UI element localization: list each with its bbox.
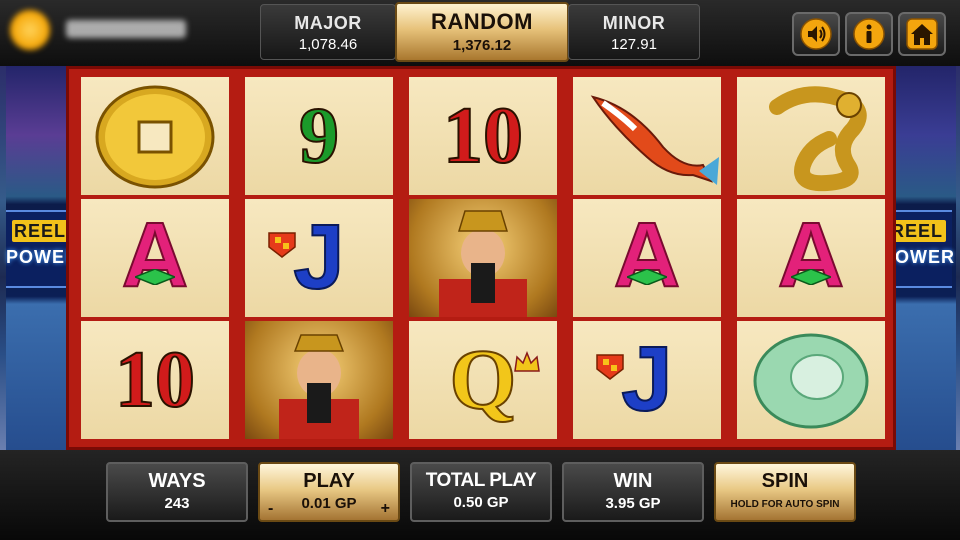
reel-5-row-2: A	[737, 199, 885, 317]
reel-power-line1: REEL	[12, 220, 68, 242]
ways-display: WAYS 243	[106, 462, 248, 522]
green-gem-icon	[627, 269, 667, 285]
info-icon	[853, 18, 885, 50]
symbol-9: 9	[298, 91, 340, 181]
jackpot-random: RANDOM 1,376.12	[395, 2, 569, 62]
play-label: PLAY	[303, 470, 355, 492]
reel-4-row-1	[573, 77, 721, 195]
green-gem-icon	[791, 269, 831, 285]
play-bet-control[interactable]: PLAY 0.01 GP - +	[258, 462, 400, 522]
checkered-badge-icon	[268, 232, 296, 258]
jade-bangle-icon	[753, 333, 869, 429]
reel-4-row-3: J	[573, 321, 721, 439]
reel-2-row-2: J	[245, 199, 393, 317]
jackpot-random-label: RANDOM	[431, 9, 533, 34]
spin-label: SPIN	[761, 470, 809, 492]
reel-3-row-3: Q	[409, 321, 557, 439]
reel-5-row-3	[737, 321, 885, 439]
ways-label: WAYS	[148, 470, 206, 492]
increase-bet-button[interactable]: +	[381, 500, 390, 518]
checkered-badge-icon	[596, 354, 624, 380]
jackpot-minor-label: MINOR	[602, 13, 666, 33]
reel-frame: A 10 9 J 10 Q A J A	[66, 66, 896, 450]
spin-hint: HOLD FOR AUTO SPIN	[730, 499, 840, 510]
reel-1-row-3: 10	[81, 321, 229, 439]
home-button[interactable]	[898, 12, 946, 56]
sound-button[interactable]	[792, 12, 840, 56]
ways-value: 243	[164, 495, 190, 512]
speaker-icon	[800, 18, 832, 50]
jackpot-random-value: 1,376.12	[452, 37, 512, 54]
reel-1-row-1	[81, 77, 229, 195]
fortune-god-icon	[279, 334, 359, 439]
reel-2-row-3	[245, 321, 393, 439]
win-label: WIN	[613, 470, 653, 492]
reel-power-line2: POWER	[6, 247, 80, 267]
fortune-god-icon	[439, 210, 527, 317]
jackpot-minor: MINOR 127.91	[568, 4, 700, 60]
game-logo	[6, 8, 206, 52]
crown-icon	[514, 351, 540, 372]
symbol-a: A	[613, 203, 681, 307]
reel-5-row-1	[737, 77, 885, 195]
jackpot-major-value: 1,078.46	[298, 36, 358, 53]
reel-4-row-2: A	[573, 199, 721, 317]
gold-coin-icon	[95, 85, 215, 189]
total-play-label: TOTAL PLAY	[425, 470, 537, 491]
top-bar: MAJOR 1,078.46 RANDOM 1,376.12 MINOR 127…	[0, 0, 960, 66]
logo-text-blurred	[66, 20, 186, 38]
reel-power-line1: REEL	[888, 220, 946, 242]
golden-dragon-icon	[769, 86, 867, 192]
symbol-q: Q	[449, 330, 518, 428]
win-display: WIN 3.95 GP	[562, 462, 704, 522]
symbol-10: 10	[442, 91, 524, 181]
symbol-a: A	[777, 203, 845, 307]
reel-power-banner-left: REEL POWER	[6, 210, 80, 288]
reel-2-row-1: 9	[245, 77, 393, 195]
jackpot-major: MAJOR 1,078.46	[260, 4, 396, 60]
green-gem-icon	[135, 269, 175, 285]
jackpot-minor-value: 127.91	[611, 36, 657, 53]
win-value: 3.95 GP	[605, 495, 661, 512]
sun-logo-icon	[10, 10, 50, 50]
reel-3-row-2	[409, 199, 557, 317]
total-play-value: 0.50 GP	[453, 494, 509, 511]
koi-fish-icon	[590, 95, 719, 185]
play-value: 0.01 GP	[301, 495, 357, 512]
reel-3-row-1: 10	[409, 77, 557, 195]
decrease-bet-button[interactable]: -	[268, 500, 273, 518]
total-play-display: TOTAL PLAY 0.50 GP	[410, 462, 552, 522]
info-button[interactable]	[845, 12, 893, 56]
spin-button[interactable]: SPIN HOLD FOR AUTO SPIN	[714, 462, 856, 522]
home-icon	[906, 18, 938, 50]
symbol-a: A	[121, 203, 189, 307]
symbol-10: 10	[114, 335, 196, 425]
jackpot-major-label: MAJOR	[294, 13, 362, 33]
reel-1-row-2: A	[81, 199, 229, 317]
